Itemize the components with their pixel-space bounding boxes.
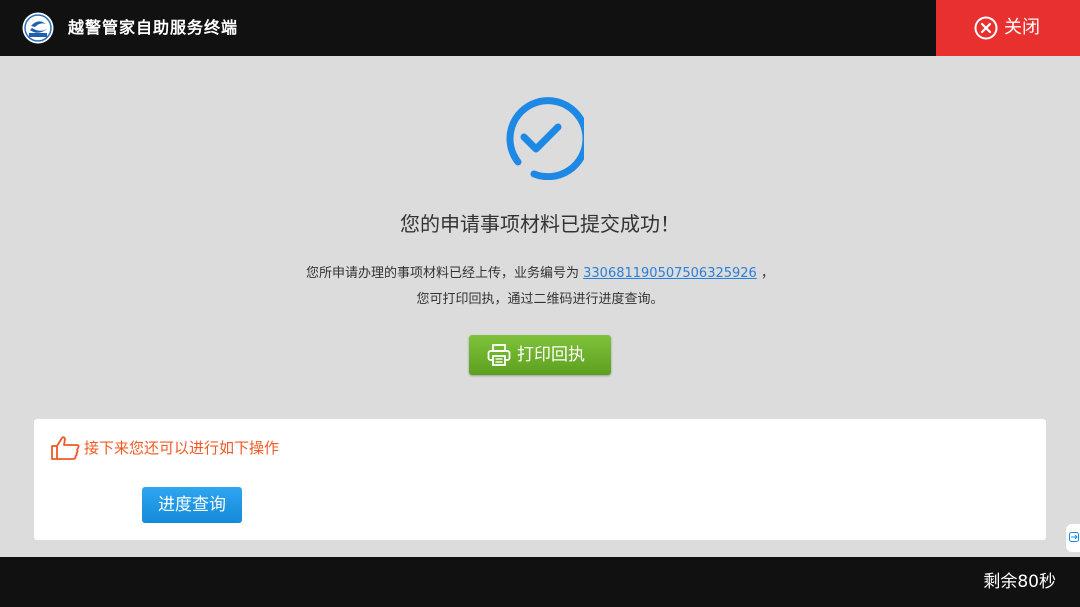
close-button[interactable]: 关闭 bbox=[936, 0, 1080, 56]
app-title: 越警管家自助服务终端 bbox=[68, 18, 239, 37]
next-steps-title: 接下来您还可以进行如下操作 bbox=[84, 439, 280, 457]
description-prefix: 您所申请办理的事项材料已经上传，业务编号为 bbox=[305, 266, 579, 281]
success-headline: 您的申请事项材料已提交成功！ bbox=[400, 212, 680, 236]
print-hint: 您可打印回执，通过二维码进行进度查询。 bbox=[416, 292, 664, 307]
business-number-link[interactable]: 330681190507506325926 bbox=[583, 266, 757, 281]
progress-query-label: 进度查询 bbox=[158, 495, 226, 515]
next-steps-card: 接下来您还可以进行如下操作 进度查询 bbox=[34, 419, 1046, 540]
thumbs-up-icon bbox=[51, 436, 80, 460]
description-suffix: ， bbox=[760, 266, 774, 281]
check-circle-icon bbox=[506, 97, 584, 180]
close-label: 关闭 bbox=[1004, 17, 1040, 38]
top-bar: 越警管家自助服务终端 关闭 bbox=[0, 0, 1080, 56]
police-logo-icon bbox=[22, 12, 54, 44]
bottom-bar: 剩余80秒 bbox=[0, 557, 1080, 607]
progress-query-button[interactable]: 进度查询 bbox=[142, 487, 242, 523]
side-float-widget[interactable] bbox=[1066, 524, 1080, 552]
print-receipt-label: 打印回执 bbox=[517, 345, 585, 365]
submission-description: 您所申请办理的事项材料已经上传，业务编号为 330681190507506325… bbox=[0, 264, 1080, 284]
countdown-timer: 剩余80秒 bbox=[983, 572, 1056, 592]
print-receipt-button[interactable]: 打印回执 bbox=[469, 335, 611, 375]
close-circle-icon bbox=[974, 16, 998, 40]
arrows-icon bbox=[1069, 532, 1079, 542]
printer-icon bbox=[487, 344, 511, 366]
